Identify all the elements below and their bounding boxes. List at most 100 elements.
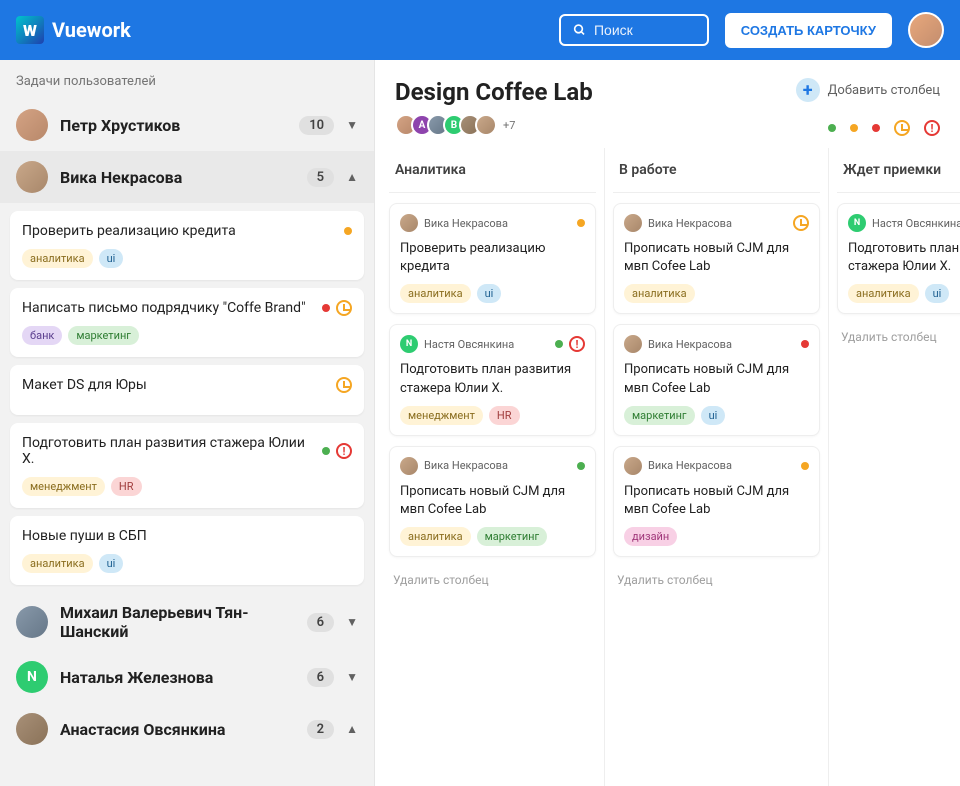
column-title: Аналитика <box>389 148 596 193</box>
tag[interactable]: ui <box>99 554 124 573</box>
members-row[interactable]: A B +7 <box>395 114 593 136</box>
column-title: В работе <box>613 148 820 193</box>
card-title: Подготовить план развития стажера Юлии Х… <box>400 361 585 397</box>
chevron-up-icon[interactable]: ▲ <box>346 170 358 184</box>
clock-icon <box>336 300 352 316</box>
card-title: Прописать новый CJM для мвп Cofee Lab <box>624 240 809 276</box>
tag[interactable]: маркетинг <box>477 527 548 546</box>
main-board: Design Coffee Lab A B +7 + Добавить стол… <box>375 60 960 786</box>
kanban-card[interactable]: N Настя Овсянкина ! Подготовить план раз… <box>389 324 596 435</box>
assignee-name: Настя Овсянкина <box>424 338 549 351</box>
tag[interactable]: HR <box>111 477 142 496</box>
tag[interactable]: дизайн <box>624 527 677 546</box>
kanban-card[interactable]: Вика Некрасова Прописать новый CJM для м… <box>613 446 820 557</box>
sidebar-user-row[interactable]: Петр Хрустиков 10 ▼ <box>0 99 374 151</box>
sidebar: Задачи пользователей Петр Хрустиков 10 ▼… <box>0 60 375 786</box>
sidebar-task-card[interactable]: Новые пуши в СБП аналитикаui <box>10 516 364 585</box>
plus-icon: + <box>796 78 820 102</box>
tag[interactable]: аналитика <box>22 249 93 268</box>
avatar <box>16 161 48 193</box>
tag[interactable]: ui <box>99 249 124 268</box>
task-count-badge: 5 <box>307 168 334 187</box>
assignee-name: Вика Некрасова <box>648 459 795 472</box>
chevron-down-icon[interactable]: ▼ <box>346 615 358 629</box>
card-title: Прописать новый CJM для мвп Cofee Lab <box>624 361 809 397</box>
assignee-name: Вика Некрасова <box>424 217 571 230</box>
user-name: Михаил Валерьевич Тян-Шанский <box>60 603 295 641</box>
alert-icon: ! <box>336 443 352 459</box>
avatar: N <box>16 661 48 693</box>
delete-column-link[interactable]: Удалить столбец <box>389 567 596 593</box>
tag[interactable]: HR <box>489 406 520 425</box>
tag[interactable]: маркетинг <box>624 406 695 425</box>
board-header: Design Coffee Lab A B +7 + Добавить стол… <box>375 60 960 148</box>
logo[interactable]: W Vuework <box>16 16 131 44</box>
sidebar-user-row[interactable]: Михаил Валерьевич Тян-Шанский 6 ▼ <box>0 593 374 651</box>
avatar <box>16 606 48 638</box>
tag[interactable]: аналитика <box>400 527 471 546</box>
sidebar-task-card[interactable]: Написать письмо подрядчику "Coffe Brand"… <box>10 288 364 357</box>
sidebar-user-row[interactable]: N Наталья Железнова 6 ▼ <box>0 651 374 703</box>
chevron-down-icon[interactable]: ▼ <box>346 118 358 132</box>
sidebar-task-card[interactable]: Макет DS для Юры <box>10 365 364 415</box>
board-columns: Аналитика Вика Некрасова Проверить реали… <box>375 148 960 786</box>
kanban-card[interactable]: N Настя Овсянкина Подготовить план разви… <box>837 203 960 314</box>
logo-icon: W <box>16 16 44 44</box>
status-dot-red[interactable] <box>872 124 880 132</box>
board-title: Design Coffee Lab <box>395 78 593 106</box>
task-count-badge: 6 <box>307 613 334 632</box>
tag[interactable]: аналитика <box>400 284 471 303</box>
search-icon <box>573 22 586 38</box>
status-dot-red <box>801 340 809 348</box>
task-title: Макет DS для Юры <box>22 377 328 393</box>
sidebar-task-card[interactable]: Подготовить план развития стажера Юлии Х… <box>10 423 364 508</box>
search-box[interactable] <box>559 14 709 46</box>
tag[interactable]: менеджмент <box>400 406 483 425</box>
assignee-name: Вика Некрасова <box>424 459 571 472</box>
tag[interactable]: ui <box>925 284 950 303</box>
tag[interactable]: ui <box>477 284 502 303</box>
tag[interactable]: маркетинг <box>68 326 139 345</box>
chevron-down-icon[interactable]: ▼ <box>346 670 358 684</box>
kanban-card[interactable]: Вика Некрасова Проверить реализацию кред… <box>389 203 596 314</box>
task-title: Проверить реализацию кредита <box>22 223 336 239</box>
topbar: W Vuework СОЗДАТЬ КАРТОЧКУ <box>0 0 960 60</box>
create-card-button[interactable]: СОЗДАТЬ КАРТОЧКУ <box>725 13 892 48</box>
status-dot-green <box>322 447 330 455</box>
tag[interactable]: ui <box>701 406 726 425</box>
kanban-card[interactable]: Вика Некрасова Прописать новый CJM для м… <box>613 324 820 435</box>
search-input[interactable] <box>594 22 695 38</box>
tag[interactable]: менеджмент <box>22 477 105 496</box>
alert-icon[interactable]: ! <box>924 120 940 136</box>
sidebar-user-row[interactable]: Анастасия Овсянкина 2 ▲ <box>0 703 374 755</box>
tag[interactable]: аналитика <box>22 554 93 573</box>
status-dot-orange[interactable] <box>850 124 858 132</box>
member-avatar[interactable] <box>475 114 497 136</box>
user-name: Наталья Железнова <box>60 668 295 687</box>
board-column: Ждет приемки N Настя Овсянкина Подготови… <box>829 148 960 786</box>
assignee-avatar <box>624 214 642 232</box>
card-title: Подготовить план развития стажера Юлии Х… <box>848 240 960 276</box>
task-title: Написать письмо подрядчику "Coffe Brand" <box>22 300 314 316</box>
delete-column-link[interactable]: Удалить столбец <box>613 567 820 593</box>
tag[interactable]: аналитика <box>624 284 695 303</box>
add-column-button[interactable]: + Добавить столбец <box>796 78 940 102</box>
assignee-avatar <box>400 214 418 232</box>
sidebar-task-card[interactable]: Проверить реализацию кредита аналитика ui <box>10 211 364 280</box>
status-dot-green[interactable] <box>828 124 836 132</box>
kanban-card[interactable]: Вика Некрасова Прописать новый CJM для м… <box>389 446 596 557</box>
current-user-avatar[interactable] <box>908 12 944 48</box>
task-title: Подготовить план развития стажера Юлии Х… <box>22 435 314 467</box>
tag[interactable]: аналитика <box>848 284 919 303</box>
status-dot-green <box>555 340 563 348</box>
kanban-card[interactable]: Вика Некрасова Прописать новый CJM для м… <box>613 203 820 314</box>
tag[interactable]: банк <box>22 326 62 345</box>
sidebar-user-row[interactable]: Вика Некрасова 5 ▲ <box>0 151 374 203</box>
status-legend: ! <box>828 120 940 136</box>
clock-icon[interactable] <box>894 120 910 136</box>
assignee-avatar <box>624 335 642 353</box>
board-column: В работе Вика Некрасова Прописать новый … <box>605 148 829 786</box>
delete-column-link[interactable]: Удалить столбец <box>837 324 960 350</box>
members-more[interactable]: +7 <box>503 119 515 132</box>
chevron-up-icon[interactable]: ▲ <box>346 722 358 736</box>
